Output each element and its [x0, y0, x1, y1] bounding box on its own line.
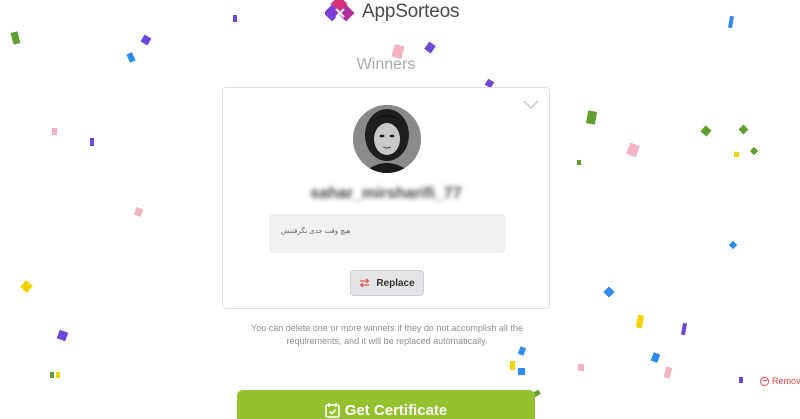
- avatar-image: [353, 105, 421, 173]
- confetti-piece: [577, 160, 581, 165]
- confetti-piece: [626, 142, 640, 158]
- confetti-piece: [728, 240, 738, 250]
- confetti-piece: [140, 34, 152, 46]
- confetti-piece: [663, 366, 673, 379]
- confetti-piece: [585, 110, 598, 125]
- confetti-piece: [578, 364, 584, 371]
- confetti-piece: [133, 207, 144, 217]
- get-certificate-button[interactable]: Get Certificate: [237, 390, 535, 419]
- confetti-piece: [90, 138, 94, 146]
- brand-name: AppSorteos: [362, 1, 460, 22]
- confetti-piece: [52, 128, 57, 135]
- confetti-piece: [10, 31, 21, 45]
- replacement-info-text: You can delete one or more winners if th…: [251, 323, 523, 346]
- confetti-piece: [424, 41, 436, 54]
- confetti-piece: [738, 124, 749, 135]
- confetti-piece: [603, 286, 615, 298]
- confetti-piece: [635, 314, 645, 329]
- confetti-piece: [700, 125, 712, 137]
- brand-logo: AppSorteos: [325, 0, 459, 28]
- confetti-piece: [749, 146, 759, 156]
- get-certificate-label: Get Certificate: [344, 401, 448, 419]
- swap-arrows-icon: [359, 278, 370, 288]
- replace-button[interactable]: Replace: [350, 270, 424, 296]
- winner-username: sahar_mirsharifi_77: [310, 185, 462, 202]
- appsorteos-logo-icon: [325, 0, 355, 22]
- confetti-piece: [510, 361, 515, 370]
- confetti-piece: [650, 352, 661, 363]
- confetti-piece: [739, 377, 743, 383]
- confetti-piece: [680, 322, 688, 336]
- confetti-piece: [20, 280, 33, 293]
- confetti-piece: [56, 329, 69, 342]
- winner-comment: هیچ وقت جدی نگرفتنش: [281, 228, 351, 235]
- confetti-piece: [518, 368, 525, 375]
- winner-avatar: [353, 105, 421, 173]
- confetti-piece: [50, 372, 54, 378]
- chevron-down-icon[interactable]: [523, 100, 539, 110]
- minus-circle-icon: [760, 376, 769, 386]
- confetti-piece: [56, 372, 60, 378]
- winner-card: sahar_mirsharifi_77 هیچ وقت جدی نگرفتنش …: [222, 87, 550, 309]
- confetti-piece: [734, 152, 739, 157]
- confetti-piece: [233, 15, 237, 22]
- calendar-check-icon: [324, 403, 340, 418]
- remove-winner-link[interactable]: Remov: [760, 376, 800, 386]
- confetti-piece: [727, 15, 735, 29]
- replace-button-label: Replace: [376, 277, 415, 289]
- winner-comment-box: هیچ وقت جدی نگرفتنش: [269, 214, 505, 253]
- remove-winner-label: Remov: [772, 376, 800, 386]
- page-title: Winners: [356, 56, 416, 73]
